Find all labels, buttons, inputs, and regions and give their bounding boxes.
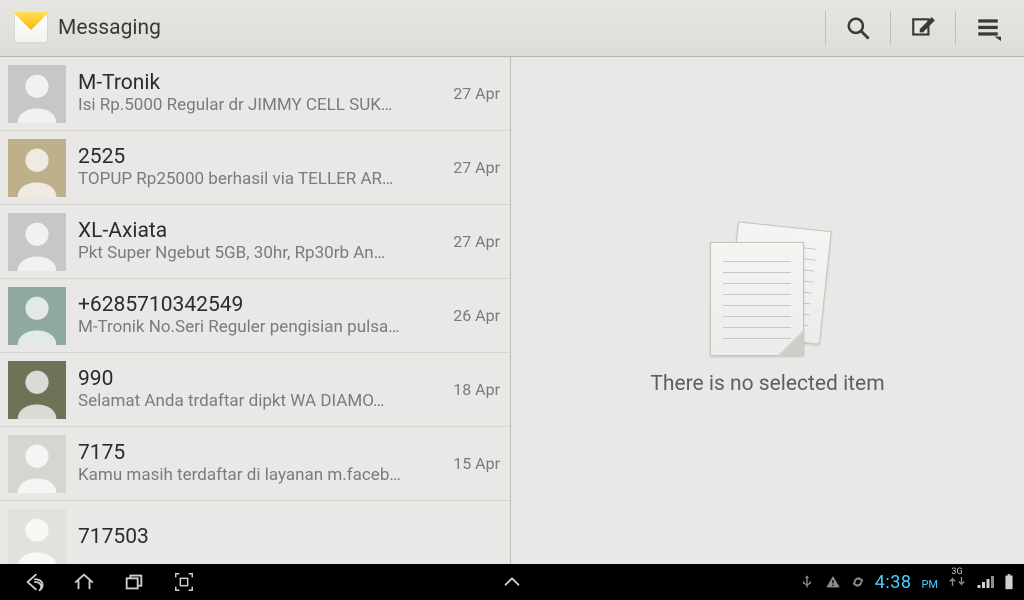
avatar [8, 65, 66, 123]
empty-message: There is no selected item [650, 372, 884, 396]
avatar [8, 509, 66, 565]
conversation-name: 990 [78, 367, 436, 391]
conversation-snippet: Selamat Anda trdaftar dipkt WA DIAMO… [78, 391, 436, 411]
screenshot-button[interactable] [164, 564, 204, 600]
conversation-name: 7175 [78, 441, 436, 465]
conversation-snippet: Kamu masih terdaftar di layanan m.faceb… [78, 465, 436, 485]
conversation-snippet: Pkt Super Ngebut 5GB, 30hr, Rp30rb An… [78, 243, 436, 263]
avatar [8, 287, 66, 345]
avatar [8, 139, 66, 197]
app-icon [12, 9, 50, 47]
conversation-row[interactable]: 990Selamat Anda trdaftar dipkt WA DIAMO…… [0, 353, 510, 427]
home-icon [73, 571, 95, 593]
conversation-name: +6285710342549 [78, 293, 436, 317]
data-arrows-icon [948, 576, 966, 587]
conversation-row[interactable]: +6285710342549M-Tronik No.Seri Reguler p… [0, 279, 510, 353]
conversation-snippet: TOPUP Rp25000 berhasil via TELLER AR… [78, 169, 436, 189]
conversation-date: 15 Apr [446, 454, 500, 473]
conversation-row[interactable]: XL-AxiataPkt Super Ngebut 5GB, 30hr, Rp3… [0, 205, 510, 279]
network-type: 3G [951, 568, 962, 576]
conversation-date: 18 Apr [446, 380, 500, 399]
conversation-name: 2525 [78, 145, 436, 169]
battery-icon [1004, 573, 1014, 591]
recent-apps-button[interactable] [114, 564, 154, 600]
warning-icon [825, 574, 841, 590]
menu-icon [975, 15, 1001, 41]
conversation-date: 26 Apr [446, 306, 500, 325]
conversation-date: 27 Apr [446, 232, 500, 251]
home-button[interactable] [64, 564, 104, 600]
status-area[interactable]: 4:38 PM 3G [799, 572, 1014, 593]
signal-icon [976, 573, 994, 591]
conversation-snippet: M-Tronik No.Seri Reguler pengisian pulsa… [78, 317, 436, 337]
expand-handle[interactable] [492, 564, 532, 600]
app-title: Messaging [58, 16, 161, 40]
conversation-date: 27 Apr [446, 158, 500, 177]
action-bar: Messaging [0, 0, 1024, 57]
sync-icon [851, 575, 865, 589]
status-clock: 4:38 [875, 572, 912, 593]
conversation-row[interactable]: 2525TOPUP Rp25000 berhasil via TELLER AR… [0, 131, 510, 205]
conversation-name: 717503 [78, 525, 436, 549]
compose-button[interactable] [895, 0, 951, 56]
screenshot-icon [173, 571, 195, 593]
chevron-up-icon [501, 571, 523, 593]
conversation-row[interactable]: M-TronikIsi Rp.5000 Regular dr JIMMY CEL… [0, 57, 510, 131]
avatar [8, 213, 66, 271]
search-button[interactable] [830, 0, 886, 56]
menu-button[interactable] [960, 0, 1016, 56]
recent-apps-icon [123, 571, 145, 593]
conversation-row[interactable]: 717503 [0, 501, 510, 564]
system-navbar: 4:38 PM 3G [0, 564, 1024, 600]
avatar [8, 435, 66, 493]
search-icon [845, 15, 871, 41]
usb-icon [799, 574, 815, 590]
conversation-row[interactable]: 7175Kamu masih terdaftar di layanan m.fa… [0, 427, 510, 501]
empty-illustration [708, 226, 828, 356]
conversation-date: 27 Apr [446, 84, 500, 103]
avatar [8, 361, 66, 419]
conversation-name: XL-Axiata [78, 219, 436, 243]
status-clock-ampm: PM [921, 578, 938, 591]
detail-pane: There is no selected item [511, 57, 1024, 564]
conversation-snippet: Isi Rp.5000 Regular dr JIMMY CELL SUK… [78, 95, 436, 115]
conversation-list[interactable]: M-TronikIsi Rp.5000 Regular dr JIMMY CEL… [0, 57, 511, 564]
compose-icon [910, 15, 936, 41]
back-button[interactable] [14, 564, 54, 600]
conversation-name: M-Tronik [78, 71, 436, 95]
back-icon [23, 571, 45, 593]
